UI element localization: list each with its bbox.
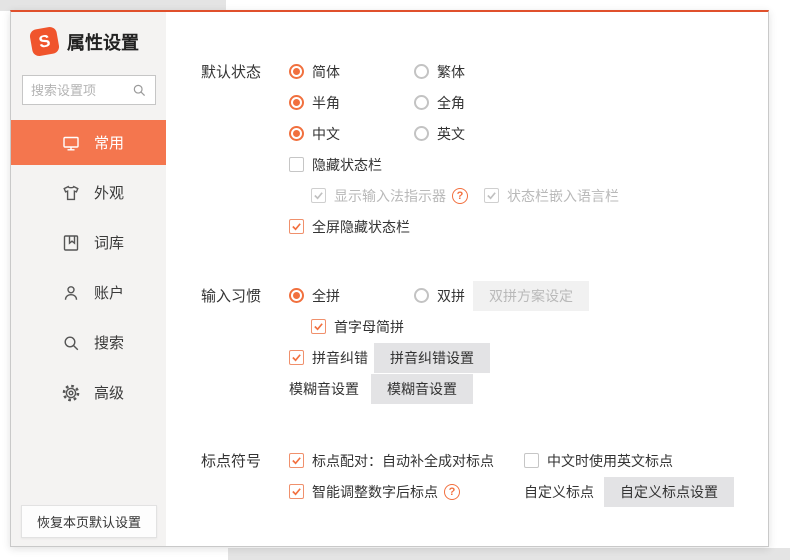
radio-dot bbox=[414, 95, 429, 110]
section-default-state: 默认状态 简体 繁体 半角 全角 中文 英文 隐藏状态栏 显示输入法指示器 ? … bbox=[201, 56, 762, 242]
sidebar-item-label: 外观 bbox=[94, 185, 125, 202]
checkbox-english-punct[interactable]: 中文时使用英文标点 bbox=[524, 451, 673, 471]
checkbox-fullscreen-hide[interactable]: 全屏隐藏状态栏 bbox=[289, 217, 410, 237]
checkbox-auto-pair[interactable]: 标点配对：自动补全成对标点 bbox=[289, 451, 524, 471]
checkbox-show-indicator: 显示输入法指示器 ? bbox=[311, 186, 484, 206]
checkbox-pinyin-correction[interactable]: 拼音纠错 bbox=[289, 348, 368, 368]
checkbox-box bbox=[289, 350, 304, 365]
radio-shuangpin[interactable]: 双拼 bbox=[414, 286, 465, 306]
section-punctuation: 标点符号 标点配对：自动补全成对标点 中文时使用英文标点 智能调整数字后标点 ?… bbox=[201, 445, 762, 507]
user-icon bbox=[61, 283, 81, 303]
checkbox-box bbox=[484, 188, 499, 203]
page-title: 属性设置 bbox=[67, 32, 139, 53]
sidebar-item-search[interactable]: 搜索 bbox=[11, 320, 166, 365]
radio-dot bbox=[414, 126, 429, 141]
section-title: 输入习惯 bbox=[201, 288, 262, 305]
sidebar-item-appearance[interactable]: 外观 bbox=[11, 170, 166, 215]
settings-window: ? — ✕ S 属性设置 常用 bbox=[10, 10, 769, 547]
gear-icon bbox=[61, 383, 81, 403]
checkbox-smart-adjust[interactable]: 智能调整数字后标点 ? bbox=[289, 482, 524, 502]
checkbox-box bbox=[289, 157, 304, 172]
checkbox-box bbox=[289, 484, 304, 499]
book-icon bbox=[61, 233, 81, 253]
sidebar-item-label: 搜索 bbox=[94, 335, 125, 352]
checkbox-box bbox=[289, 453, 304, 468]
radio-simplified[interactable]: 简体 bbox=[289, 62, 340, 82]
checkbox-box bbox=[311, 319, 326, 334]
checkbox-initial-simpin[interactable]: 首字母简拼 bbox=[311, 317, 404, 337]
checkbox-box bbox=[311, 188, 326, 203]
sidebar-item-dictionary[interactable]: 词库 bbox=[11, 220, 166, 265]
pinyin-correction-settings-button[interactable]: 拼音纠错设置 bbox=[374, 342, 490, 373]
section-title: 默认状态 bbox=[201, 64, 262, 81]
custom-punct-settings-button[interactable]: 自定义标点设置 bbox=[604, 476, 734, 507]
radio-dot bbox=[414, 64, 429, 79]
sidebar-item-label: 常用 bbox=[94, 135, 125, 152]
sidebar-item-account[interactable]: 账户 bbox=[11, 270, 166, 315]
sidebar-nav: 常用 外观 词库 账户 搜索 高级 bbox=[11, 120, 166, 420]
monitor-icon bbox=[61, 133, 81, 153]
fuzzy-sound-settings-button[interactable]: 模糊音设置 bbox=[371, 373, 473, 404]
radio-dot bbox=[414, 288, 429, 303]
radio-dot bbox=[289, 64, 304, 79]
checkbox-box bbox=[524, 453, 539, 468]
radio-dot bbox=[289, 126, 304, 141]
search-input[interactable] bbox=[31, 82, 131, 98]
checkbox-hide-statusbar[interactable]: 隐藏状态栏 bbox=[289, 155, 382, 175]
help-icon[interactable]: ? bbox=[452, 187, 468, 204]
tshirt-icon bbox=[61, 183, 81, 203]
radio-quanpin[interactable]: 全拼 bbox=[289, 286, 340, 306]
sidebar-item-label: 高级 bbox=[94, 385, 125, 402]
app-header: S 属性设置 bbox=[28, 25, 139, 58]
sidebar-item-advanced[interactable]: 高级 bbox=[11, 370, 166, 415]
sidebar-item-common[interactable]: 常用 bbox=[11, 120, 166, 165]
checkbox-embed-langbar: 状态栏嵌入语言栏 bbox=[484, 186, 619, 206]
sogou-logo-icon: S bbox=[28, 25, 61, 58]
restore-defaults-button[interactable]: 恢复本页默认设置 bbox=[21, 505, 157, 538]
custom-punct-label: 自定义标点 bbox=[524, 483, 594, 500]
background-strip bbox=[228, 548, 790, 560]
section-input-habit: 输入习惯 全拼 双拼 双拼方案设定 首字母简拼 拼音纠错 拼音纠错设置 模糊音设… bbox=[201, 280, 762, 404]
radio-traditional[interactable]: 繁体 bbox=[414, 62, 465, 82]
radio-full-width[interactable]: 全角 bbox=[414, 93, 465, 113]
checkbox-box bbox=[289, 219, 304, 234]
sidebar: S 属性设置 常用 bbox=[11, 12, 166, 546]
radio-chinese[interactable]: 中文 bbox=[289, 124, 340, 144]
sidebar-item-label: 账户 bbox=[94, 285, 125, 302]
search-icon bbox=[131, 82, 147, 98]
shuangpin-settings-button: 双拼方案设定 bbox=[473, 280, 589, 311]
settings-content: 默认状态 简体 繁体 半角 全角 中文 英文 隐藏状态栏 显示输入法指示器 ? … bbox=[166, 12, 768, 546]
search-box[interactable] bbox=[22, 75, 156, 105]
radio-dot bbox=[289, 288, 304, 303]
magnifier-icon bbox=[61, 333, 81, 353]
sidebar-item-label: 词库 bbox=[94, 235, 125, 252]
fuzzy-sound-label: 模糊音设置 bbox=[289, 380, 359, 397]
help-icon[interactable]: ? bbox=[444, 483, 460, 500]
radio-english[interactable]: 英文 bbox=[414, 124, 465, 144]
radio-dot bbox=[289, 95, 304, 110]
radio-half-width[interactable]: 半角 bbox=[289, 93, 340, 113]
section-title: 标点符号 bbox=[201, 453, 262, 470]
